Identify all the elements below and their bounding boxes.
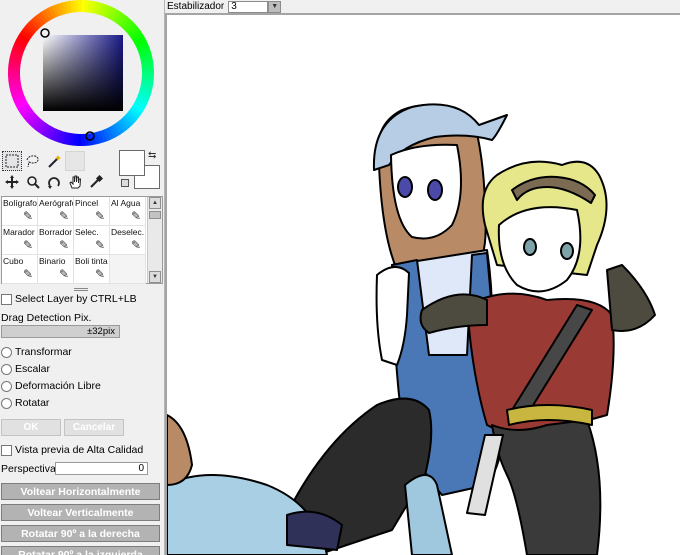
- magic-wand-icon[interactable]: [44, 151, 64, 171]
- checkbox-box[interactable]: [1, 293, 12, 305]
- brush-tool-grid: Bolígrafo ✎ Aerógrafo ✎ Pincel ✎ Al Agua ✎ Marad…: [1, 196, 163, 284]
- brush-label: Pincel: [75, 198, 99, 208]
- brush-label: Borrador: [39, 227, 73, 237]
- scroll-up-icon[interactable]: ▲: [149, 197, 161, 209]
- select-layer-checkbox[interactable]: Select Layer by CTRL+LB: [1, 293, 137, 305]
- perspective-input[interactable]: 0: [55, 462, 148, 475]
- brush-slot: [110, 255, 146, 284]
- brush-scrollbar[interactable]: ▲ ▼: [147, 197, 162, 283]
- cancel-button[interactable]: Cancelar: [64, 419, 124, 436]
- brush-slot[interactable]: Aerógrafo ✎: [38, 197, 74, 226]
- brush-label: Selec.: [75, 227, 99, 237]
- hq-preview-label: Vista previa de Alta Calidad: [15, 444, 144, 456]
- panel-resize-grip[interactable]: [74, 288, 88, 291]
- checkbox-box[interactable]: [1, 444, 12, 456]
- brush-label: Bolígrafo: [3, 198, 38, 208]
- brush-label: Binario: [39, 256, 66, 266]
- brush-slot[interactable]: Selec. ✎: [74, 226, 110, 255]
- deselect-pen-icon: ✎: [130, 238, 141, 252]
- lasso-select-icon[interactable]: [23, 151, 43, 171]
- binary-pen-icon: ✎: [58, 267, 69, 281]
- brush-label: Marador: [3, 227, 35, 237]
- brush-label: Al Agua: [111, 198, 141, 208]
- empty-tool-slot: [65, 151, 85, 171]
- radio-circle[interactable]: [1, 397, 12, 409]
- brush-slot[interactable]: Binario ✎: [38, 255, 74, 284]
- marker-icon: ✎: [22, 238, 33, 252]
- scroll-down-icon[interactable]: ▼: [149, 271, 161, 283]
- selection-tools: [2, 151, 85, 171]
- reset-colors-icon[interactable]: [121, 179, 129, 187]
- stabilizer-value: 3: [231, 1, 237, 12]
- radio-rotatar[interactable]: Rotatar: [1, 397, 49, 409]
- stabilizer-bar: Estabilizador 3 ▼: [165, 0, 680, 13]
- radio-circle[interactable]: [1, 380, 12, 392]
- brush-slot[interactable]: Boli tinta ✎: [74, 255, 110, 284]
- radio-deformacion-libre[interactable]: Deformación Libre: [1, 380, 101, 392]
- move-icon[interactable]: [2, 172, 22, 192]
- rotate-icon[interactable]: [44, 172, 64, 192]
- brush-slot[interactable]: Al Agua ✎: [110, 197, 146, 226]
- tool-panel: ⇆ Bolígrafo ✎ Aerógrafo ✎ Pincel ✎ Al Agua ✎ Mar…: [0, 0, 165, 555]
- watercolor-icon: ✎: [130, 209, 141, 223]
- brush-slot[interactable]: Marador ✎: [2, 226, 38, 255]
- pen-icon: ✎: [22, 209, 33, 223]
- hq-preview-checkbox[interactable]: Vista previa de Alta Calidad: [1, 444, 143, 456]
- eraser-icon: ✎: [58, 238, 69, 252]
- color-wheel[interactable]: [3, 0, 159, 146]
- brush-slot[interactable]: Deselec. ✎: [110, 226, 146, 255]
- brush-slot[interactable]: Pincel ✎: [74, 197, 110, 226]
- chevron-down-icon[interactable]: ▼: [268, 0, 282, 13]
- foreground-color-swatch[interactable]: [119, 150, 145, 176]
- radio-circle[interactable]: [1, 346, 12, 358]
- bucket-icon: ✎: [22, 267, 33, 281]
- radio-transformar[interactable]: Transformar: [1, 346, 72, 358]
- eyedropper-icon[interactable]: [86, 172, 106, 192]
- drag-detection-label: Drag Detection Pix.: [1, 312, 92, 324]
- stabilizer-select[interactable]: 3 ▼: [228, 0, 282, 13]
- select-layer-label: Select Layer by CTRL+LB: [15, 293, 137, 305]
- brush-label: Aerógrafo: [39, 198, 74, 208]
- brush-label: Cubo: [3, 256, 24, 266]
- drag-detection-slider[interactable]: ±32pix: [1, 325, 120, 338]
- ok-button[interactable]: OK: [1, 419, 61, 436]
- swap-colors-icon[interactable]: ⇆: [148, 150, 156, 161]
- ink-pen-icon: ✎: [94, 267, 105, 281]
- brush-label: Deselec.: [111, 227, 145, 237]
- radio-label: Rotatar: [15, 397, 50, 409]
- perspective-label: Perspectiva: [1, 463, 56, 475]
- drawing-canvas[interactable]: [167, 15, 680, 555]
- rotate-left-button[interactable]: Rotatar 90º a la izquierda: [1, 546, 160, 555]
- navigation-tools: [2, 172, 106, 192]
- radio-label: Deformación Libre: [15, 380, 101, 392]
- zoom-icon[interactable]: [23, 172, 43, 192]
- brush-label: Boli tinta: [75, 256, 108, 266]
- radio-circle[interactable]: [1, 363, 12, 375]
- brush-icon: ✎: [94, 209, 105, 223]
- scroll-thumb[interactable]: [149, 211, 161, 219]
- radio-label: Transformar: [15, 346, 72, 358]
- brush-slot[interactable]: Borrador ✎: [38, 226, 74, 255]
- rotate-right-button[interactable]: Rotatar 90º a la derecha: [1, 525, 160, 542]
- flip-vertical-button[interactable]: Voltear Verticalmente: [1, 504, 160, 521]
- brush-slot[interactable]: Bolígrafo ✎: [2, 197, 38, 226]
- rect-select-icon[interactable]: [2, 151, 22, 171]
- radio-escalar[interactable]: Escalar: [1, 363, 50, 375]
- artwork-illustration: [167, 103, 656, 555]
- flip-horizontal-button[interactable]: Voltear Horizontalmente: [1, 483, 160, 500]
- radio-label: Escalar: [15, 363, 51, 375]
- brush-slot[interactable]: Cubo ✎: [2, 255, 38, 284]
- hand-icon[interactable]: [65, 172, 85, 192]
- airbrush-icon: ✎: [58, 209, 69, 223]
- stabilizer-label: Estabilizador: [167, 1, 225, 12]
- canvas-area[interactable]: [165, 13, 680, 555]
- select-pen-icon: ✎: [94, 238, 105, 252]
